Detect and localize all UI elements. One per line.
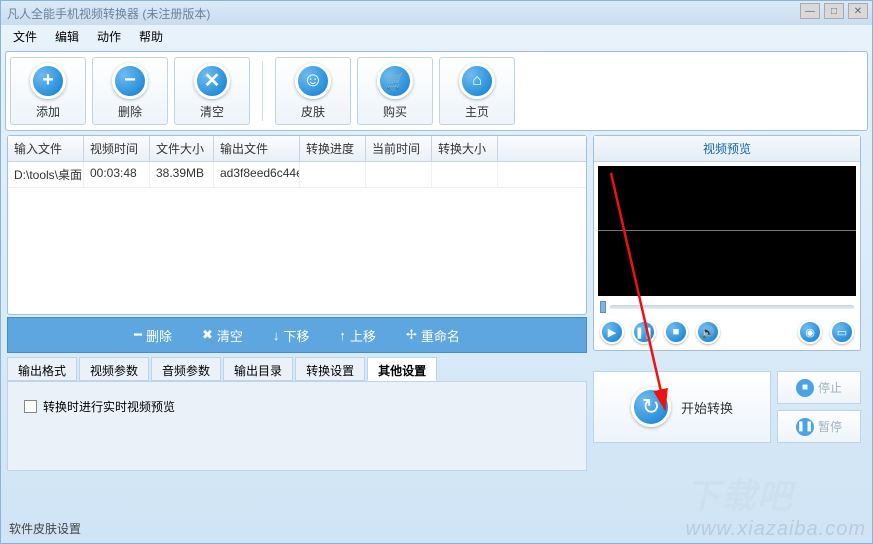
pause-icon: ❚❚: [635, 326, 653, 339]
tab-output-dir[interactable]: 输出目录: [223, 357, 293, 381]
stop-button[interactable]: ■: [664, 320, 688, 344]
stop-convert-button[interactable]: ■ 停止: [777, 371, 861, 404]
list-moveup-button[interactable]: ↑上移: [339, 326, 376, 345]
tab-convert-settings[interactable]: 转换设置: [295, 357, 365, 381]
cell-progress: [300, 162, 366, 187]
tab-output-format[interactable]: 输出格式: [7, 357, 77, 381]
open-button[interactable]: ▭: [830, 320, 854, 344]
settings-tabs: 输出格式 视频参数 音频参数 输出目录 转换设置 其他设置: [7, 357, 587, 381]
menubar: 文件 编辑 动作 帮助: [1, 25, 872, 47]
stop-label: 停止: [818, 379, 842, 396]
col-output[interactable]: 输出文件: [214, 136, 300, 161]
minus-icon: ━: [134, 327, 142, 343]
pause-convert-button[interactable]: ❚❚ 暂停: [777, 410, 861, 443]
arrow-down-icon: ↓: [273, 328, 280, 343]
clear-button[interactable]: ✕ 清空: [174, 57, 250, 125]
col-input[interactable]: 输入文件: [8, 136, 84, 161]
tab-audio-params[interactable]: 音频参数: [151, 357, 221, 381]
cell-vtime: 00:03:48: [84, 162, 150, 187]
skin-settings-link[interactable]: 软件皮肤设置: [9, 520, 81, 537]
table-header: 输入文件 视频时间 文件大小 输出文件 转换进度 当前时间 转换大小: [8, 136, 586, 162]
cell-curtime: [366, 162, 432, 187]
slider-track[interactable]: [610, 305, 854, 309]
watermark: 下载吧 www.xiazaiba.com: [685, 469, 866, 541]
add-label: 添加: [36, 103, 60, 120]
checkbox-icon[interactable]: [24, 400, 37, 413]
preview-panel: 视频预览 ▶ ❚❚ ■ 🔊 ◉ ▭: [593, 135, 861, 351]
list-delete-button[interactable]: ━删除: [134, 326, 172, 345]
skin-button[interactable]: ☺ 皮肤: [275, 57, 351, 125]
buy-button[interactable]: 🛒 购买: [357, 57, 433, 125]
cell-fsize: 38.39MB: [150, 162, 214, 187]
tab-video-params[interactable]: 视频参数: [79, 357, 149, 381]
col-vtime[interactable]: 视频时间: [84, 136, 150, 161]
minus-icon: −: [112, 63, 148, 99]
minimize-button[interactable]: —: [800, 3, 820, 19]
rename-icon: ✢: [406, 327, 417, 343]
cart-icon: 🛒: [377, 63, 413, 99]
clear-label: 清空: [200, 103, 224, 120]
list-clear-button[interactable]: ✖清空: [202, 326, 243, 345]
arrow-up-icon: ↑: [339, 328, 346, 343]
camera-icon: ◉: [805, 326, 815, 339]
menu-help[interactable]: 帮助: [133, 26, 169, 47]
speaker-icon: 🔊: [701, 326, 715, 339]
close-button[interactable]: ✕: [848, 3, 868, 19]
file-table: 输入文件 视频时间 文件大小 输出文件 转换进度 当前时间 转换大小 D:\to…: [7, 135, 587, 315]
titlebar: 凡人全能手机视频转换器 (未注册版本) — □ ✕: [1, 1, 872, 25]
menu-file[interactable]: 文件: [7, 26, 43, 47]
smile-icon: ☺: [295, 63, 331, 99]
col-csize[interactable]: 转换大小: [432, 136, 498, 161]
add-button[interactable]: + 添加: [10, 57, 86, 125]
stop-icon: ■: [673, 326, 680, 338]
maximize-button[interactable]: □: [824, 3, 844, 19]
list-rename-button[interactable]: ✢重命名: [406, 326, 460, 345]
pause-button[interactable]: ❚❚: [632, 320, 656, 344]
col-fsize[interactable]: 文件大小: [150, 136, 214, 161]
preview-slider[interactable]: [594, 300, 860, 314]
delete-button[interactable]: − 删除: [92, 57, 168, 125]
col-curtime[interactable]: 当前时间: [366, 136, 432, 161]
delete-label: 删除: [118, 103, 142, 120]
play-button[interactable]: ▶: [600, 320, 624, 344]
start-convert-label: 开始转换: [681, 398, 733, 417]
menu-edit[interactable]: 编辑: [49, 26, 85, 47]
folder-icon: ▭: [837, 326, 847, 339]
buy-label: 购买: [383, 103, 407, 120]
cell-input: D:\tools\桌面…: [8, 162, 84, 187]
skin-label: 皮肤: [301, 103, 325, 120]
tab-other-settings[interactable]: 其他设置: [367, 357, 437, 381]
volume-button[interactable]: 🔊: [696, 320, 720, 344]
pause-label: 暂停: [818, 418, 842, 435]
window-title: 凡人全能手机视频转换器 (未注册版本): [7, 5, 210, 22]
start-convert-button[interactable]: ↻ 开始转换: [593, 371, 771, 443]
table-row[interactable]: D:\tools\桌面… 00:03:48 38.39MB ad3f8eed6c…: [8, 162, 586, 188]
preview-title: 视频预览: [594, 136, 860, 162]
realtime-preview-label: 转换时进行实时视频预览: [43, 398, 175, 415]
col-progress[interactable]: 转换进度: [300, 136, 366, 161]
cell-output: ad3f8eed6c44e0: [214, 162, 300, 187]
x-icon: ✕: [194, 63, 230, 99]
cell-csize: [432, 162, 498, 187]
preview-video: [598, 166, 856, 296]
list-actions-bar: ━删除 ✖清空 ↓下移 ↑上移 ✢重命名: [7, 317, 587, 353]
player-controls: ▶ ❚❚ ■ 🔊 ◉ ▭: [594, 314, 860, 350]
pause-icon: ❚❚: [796, 418, 814, 436]
toolbar-divider: [262, 61, 263, 121]
snapshot-button[interactable]: ◉: [798, 320, 822, 344]
list-movedown-button[interactable]: ↓下移: [273, 326, 310, 345]
home-label: 主页: [465, 103, 489, 120]
toolbar: + 添加 − 删除 ✕ 清空 ☺ 皮肤 🛒 购买 ⌂: [5, 51, 868, 131]
realtime-preview-option[interactable]: 转换时进行实时视频预览: [24, 398, 570, 415]
slider-handle[interactable]: [600, 301, 606, 313]
menu-action[interactable]: 动作: [91, 26, 127, 47]
play-icon: ▶: [608, 326, 616, 339]
home-button[interactable]: ⌂ 主页: [439, 57, 515, 125]
tab-content-other: 转换时进行实时视频预览: [7, 381, 587, 471]
stop-icon: ■: [796, 379, 814, 397]
home-icon: ⌂: [459, 63, 495, 99]
convert-arrow-icon: ↻: [631, 387, 671, 427]
plus-icon: +: [30, 63, 66, 99]
x-icon: ✖: [202, 327, 213, 343]
